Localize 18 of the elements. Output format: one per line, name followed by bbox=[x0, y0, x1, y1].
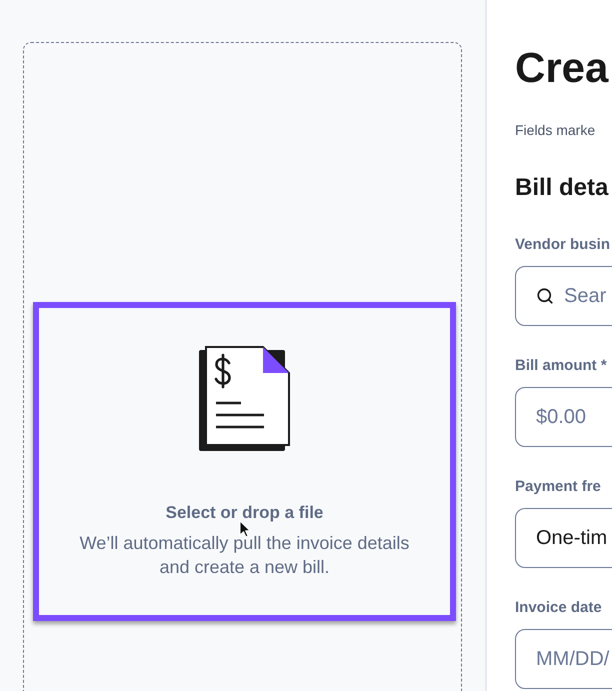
input-field[interactable]: $0.00 bbox=[515, 387, 612, 447]
required-fields-note: Fields marke bbox=[515, 121, 596, 140]
field-label: Payment fre bbox=[515, 477, 602, 497]
field-label: Vendor busin bbox=[515, 235, 612, 255]
input-field[interactable]: MM/DD/ bbox=[515, 629, 612, 689]
section-title: Bill deta bbox=[515, 173, 610, 203]
field-label: Bill amount * bbox=[515, 356, 608, 376]
mouse-pointer-icon bbox=[239, 520, 251, 538]
upload-area[interactable]: Select or drop a file We’ll automatically pull the invoice details and create a new bill. bbox=[23, 42, 462, 691]
invoice-document-icon bbox=[199, 346, 290, 451]
field-label: Invoice date bbox=[515, 598, 603, 618]
input-field[interactable]: One-tim bbox=[515, 508, 612, 568]
upload-description: We’ll automatically pull the invoice details and create a new bill. bbox=[78, 532, 410, 579]
file-drop-zone[interactable]: Select or drop a file We’ll automatically pull the invoice details and create a new bill. bbox=[33, 302, 456, 621]
page-title: Crea bbox=[515, 44, 610, 92]
upload-title: Select or drop a file bbox=[166, 502, 324, 524]
search-field[interactable]: Sear bbox=[515, 266, 612, 326]
search-icon bbox=[536, 287, 554, 305]
